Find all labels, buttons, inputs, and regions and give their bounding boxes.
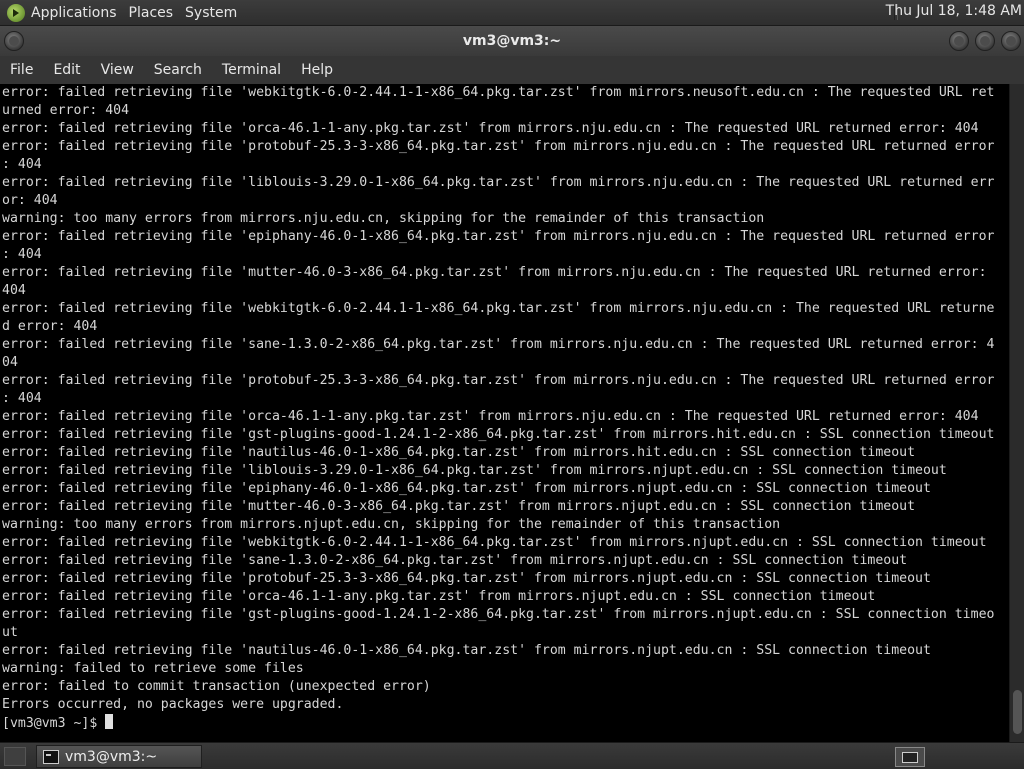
bottom-panel: vm3@vm3:~ [0,742,1024,769]
scrollbar-thumb[interactable] [1013,690,1022,734]
show-desktop-button[interactable] [4,747,26,766]
workspace-switcher[interactable] [895,747,925,767]
terminal-line: error: failed retrieving file 'liblouis-… [2,463,947,478]
terminal-line: error: failed retrieving file 'orca-46.1… [2,589,876,604]
terminal-line: error: failed retrieving file 'mutter-46… [2,265,987,280]
terminal-output[interactable]: error: failed retrieving file 'webkitgtk… [0,84,1010,742]
terminal-line: error: failed retrieving file 'protobuf-… [2,373,995,388]
applications-menu[interactable]: Applications [31,5,125,21]
clock[interactable]: Thu Jul 18, 1:48 AM [886,3,1022,19]
terminal-line: error: failed retrieving file 'orca-46.1… [2,409,979,424]
terminal-line: error: failed retrieving file 'webkitgtk… [2,535,987,550]
taskbar-terminal-label: vm3@vm3:~ [65,748,158,765]
shell-prompt: [vm3@vm3 ~]$ [2,716,106,731]
menu-edit[interactable]: Edit [43,62,90,78]
places-menu[interactable]: Places [129,5,182,21]
terminal-line: 404 [2,283,26,298]
terminal-line: : 404 [2,391,42,406]
maximize-button[interactable] [975,31,995,51]
terminal-line: error: failed retrieving file 'gst-plugi… [2,607,995,622]
terminal-line: error: failed retrieving file 'webkitgtk… [2,301,995,316]
terminal-line: error: failed retrieving file 'orca-46.1… [2,121,979,136]
close-button[interactable] [1001,31,1021,51]
terminal-line: error: failed retrieving file 'nautilus-… [2,643,931,658]
terminal-line: error: failed retrieving file 'nautilus-… [2,445,916,460]
terminal-line: : 404 [2,157,42,172]
terminal-line: 04 [2,355,18,370]
top-panel: Applications Places System Thu Jul 18, 1… [0,0,1024,26]
text-cursor [105,714,114,729]
terminal-line: urned error: 404 [2,103,130,118]
terminal-line: error: failed retrieving file 'protobuf-… [2,139,995,154]
terminal-line: warning: too many errors from mirrors.nj… [2,211,765,226]
menu-search[interactable]: Search [144,62,212,78]
terminal-line: error: failed retrieving file 'liblouis-… [2,175,995,190]
terminal-line: error: failed to commit transaction (une… [2,679,431,694]
menu-view[interactable]: View [91,62,144,78]
terminal-line: ut [2,625,18,640]
prompt-line[interactable]: [vm3@vm3 ~]$ [0,714,1010,732]
menu-file[interactable]: File [0,62,43,78]
terminal-line: warning: too many errors from mirrors.nj… [2,517,781,532]
menu-terminal[interactable]: Terminal [212,62,291,78]
terminal-line: error: failed retrieving file 'sane-1.3.… [2,553,908,568]
terminal-line: : 404 [2,247,42,262]
minimize-button[interactable] [949,31,969,51]
terminal-line: error: failed retrieving file 'mutter-46… [2,499,916,514]
taskbar-terminal-button[interactable]: vm3@vm3:~ [36,745,202,768]
terminal-icon [43,749,59,764]
terminal-line: error: failed retrieving file 'sane-1.3.… [2,337,995,352]
terminal-window: vm3@vm3:~ File Edit View Search Terminal… [0,26,1024,742]
menu-bar: File Edit View Search Terminal Help [0,56,1024,85]
terminal-line: error: failed retrieving file 'epiphany-… [2,229,995,244]
terminal-line: d error: 404 [2,319,98,334]
terminal-line: error: failed retrieving file 'protobuf-… [2,571,931,586]
terminal-line: error: failed retrieving file 'gst-plugi… [2,427,995,442]
terminal-line: or: 404 [2,193,58,208]
terminal-lines: error: failed retrieving file 'webkitgtk… [0,84,1010,714]
terminal-line: error: failed retrieving file 'webkitgtk… [2,85,995,100]
menu-help[interactable]: Help [291,62,343,78]
terminal-line: Errors occurred, no packages were upgrad… [2,697,344,712]
distro-logo-icon[interactable] [7,3,25,22]
terminal-line: warning: failed to retrieve some files [2,661,304,676]
window-title: vm3@vm3:~ [462,33,562,49]
system-menu[interactable]: System [185,5,245,21]
window-titlebar[interactable]: vm3@vm3:~ [0,26,1024,56]
terminal-scrollbar[interactable] [1009,84,1024,742]
terminal-line: error: failed retrieving file 'epiphany-… [2,481,931,496]
